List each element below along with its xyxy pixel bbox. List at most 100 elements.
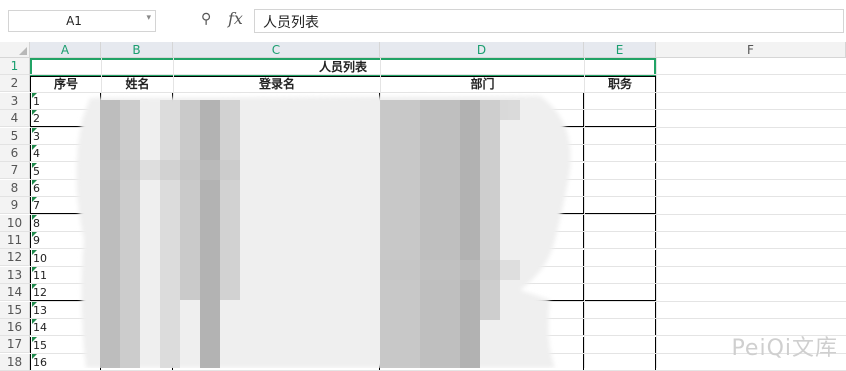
title-cell[interactable]: 人员列表 <box>30 58 656 76</box>
seq-cell[interactable]: 11 <box>30 267 101 284</box>
row-header-8[interactable]: 8 <box>0 179 30 197</box>
column-header-b[interactable]: B <box>101 42 173 58</box>
seq-cell[interactable]: 15 <box>30 336 101 354</box>
table-cell[interactable] <box>380 197 584 215</box>
select-all-corner[interactable] <box>0 42 30 58</box>
table-cell[interactable] <box>584 145 656 163</box>
seq-cell[interactable]: 1 <box>30 93 101 110</box>
seq-cell[interactable]: 13 <box>30 301 101 319</box>
seq-cell[interactable]: 5 <box>30 162 101 180</box>
table-cell[interactable] <box>173 214 380 232</box>
table-cell[interactable] <box>380 127 584 145</box>
table-cell[interactable] <box>101 110 173 128</box>
column-header-f[interactable]: F <box>656 42 846 58</box>
table-cell[interactable] <box>584 110 656 128</box>
table-cell[interactable] <box>101 232 173 250</box>
table-header-cell[interactable]: 序号 <box>30 76 102 93</box>
seq-cell[interactable]: 14 <box>30 319 101 337</box>
table-cell[interactable] <box>584 336 656 354</box>
table-header-cell[interactable]: 职务 <box>584 76 656 93</box>
table-cell[interactable] <box>173 267 380 284</box>
zoom-icon[interactable]: ⚲ <box>201 11 211 27</box>
seq-cell[interactable]: 10 <box>30 249 101 267</box>
table-cell[interactable] <box>101 249 173 267</box>
seq-cell[interactable]: 2 <box>30 110 101 128</box>
cell-area[interactable]: 人员列表 序号 姓名 登录名 部门 职务 1 2 3 4 5 6 7 8 9 10 11 12 13 14 15 16 <box>30 58 846 371</box>
table-cell[interactable] <box>173 197 380 215</box>
seq-cell[interactable]: 6 <box>30 180 101 197</box>
column-header-d[interactable]: D <box>380 42 584 58</box>
table-header-cell[interactable]: 登录名 <box>173 76 381 93</box>
table-cell[interactable] <box>173 93 380 110</box>
table-cell[interactable] <box>584 301 656 319</box>
table-cell[interactable] <box>101 93 173 110</box>
table-cell[interactable] <box>173 249 380 267</box>
table-cell[interactable] <box>584 267 656 284</box>
table-cell[interactable] <box>101 197 173 215</box>
table-cell[interactable] <box>380 110 584 128</box>
table-cell[interactable] <box>101 162 173 180</box>
table-cell[interactable] <box>380 267 584 284</box>
table-cell[interactable] <box>173 284 380 302</box>
table-cell[interactable] <box>101 214 173 232</box>
formula-input[interactable]: 人员列表 <box>254 9 844 33</box>
seq-cell[interactable]: 7 <box>30 197 101 215</box>
table-cell[interactable] <box>173 110 380 128</box>
column-header-c[interactable]: C <box>173 42 380 58</box>
row-header-17[interactable]: 17 <box>0 336 30 354</box>
chevron-down-icon[interactable]: ▾ <box>146 13 151 23</box>
row-header-10[interactable]: 10 <box>0 214 30 232</box>
table-cell[interactable] <box>101 127 173 145</box>
row-header-18[interactable]: 18 <box>0 353 30 371</box>
table-cell[interactable] <box>173 180 380 197</box>
table-cell[interactable] <box>584 127 656 145</box>
row-header-2[interactable]: 2 <box>0 75 30 93</box>
row-header-4[interactable]: 4 <box>0 110 30 128</box>
table-header-cell[interactable]: 部门 <box>380 76 585 93</box>
table-cell[interactable] <box>584 214 656 232</box>
table-cell[interactable] <box>380 232 584 250</box>
table-cell[interactable] <box>101 145 173 163</box>
row-header-5[interactable]: 5 <box>0 127 30 145</box>
spreadsheet-grid[interactable]: ABCDEF 1 2 3 4 5 6 7 8 9 10 11 12 13 14 15 16 17 18 人员列表 … <box>0 42 846 371</box>
table-cell[interactable] <box>101 284 173 302</box>
table-cell[interactable] <box>584 354 656 371</box>
table-cell[interactable] <box>173 354 380 371</box>
seq-cell[interactable]: 4 <box>30 145 101 163</box>
table-cell[interactable] <box>584 93 656 110</box>
row-header-9[interactable]: 9 <box>0 197 30 215</box>
row-header-12[interactable]: 12 <box>0 249 30 267</box>
function-button[interactable]: fx <box>228 9 243 28</box>
table-cell[interactable] <box>380 214 584 232</box>
row-header-1[interactable]: 1 <box>0 58 30 75</box>
table-cell[interactable] <box>380 354 584 371</box>
column-header-e[interactable]: E <box>584 42 656 58</box>
table-cell[interactable] <box>173 232 380 250</box>
table-cell[interactable] <box>584 319 656 337</box>
table-cell[interactable] <box>173 319 380 337</box>
table-cell[interactable] <box>101 180 173 197</box>
table-cell[interactable] <box>173 336 380 354</box>
table-cell[interactable] <box>380 336 584 354</box>
table-cell[interactable] <box>584 232 656 250</box>
row-header-14[interactable]: 14 <box>0 284 30 302</box>
table-cell[interactable] <box>380 145 584 163</box>
table-cell[interactable] <box>380 301 584 319</box>
table-cell[interactable] <box>584 284 656 302</box>
table-cell[interactable] <box>173 301 380 319</box>
table-cell[interactable] <box>101 336 173 354</box>
column-header-a[interactable]: A <box>30 42 101 58</box>
table-cell[interactable] <box>380 180 584 197</box>
row-header-15[interactable]: 15 <box>0 301 30 319</box>
table-cell[interactable] <box>584 249 656 267</box>
table-cell[interactable] <box>584 197 656 215</box>
table-cell[interactable] <box>380 162 584 180</box>
seq-cell[interactable]: 12 <box>30 284 101 302</box>
row-header-3[interactable]: 3 <box>0 92 30 110</box>
table-cell[interactable] <box>101 301 173 319</box>
table-cell[interactable] <box>101 267 173 284</box>
row-header-6[interactable]: 6 <box>0 145 30 162</box>
seq-cell[interactable]: 16 <box>30 354 101 371</box>
row-header-16[interactable]: 16 <box>0 319 30 336</box>
table-cell[interactable] <box>101 354 173 371</box>
